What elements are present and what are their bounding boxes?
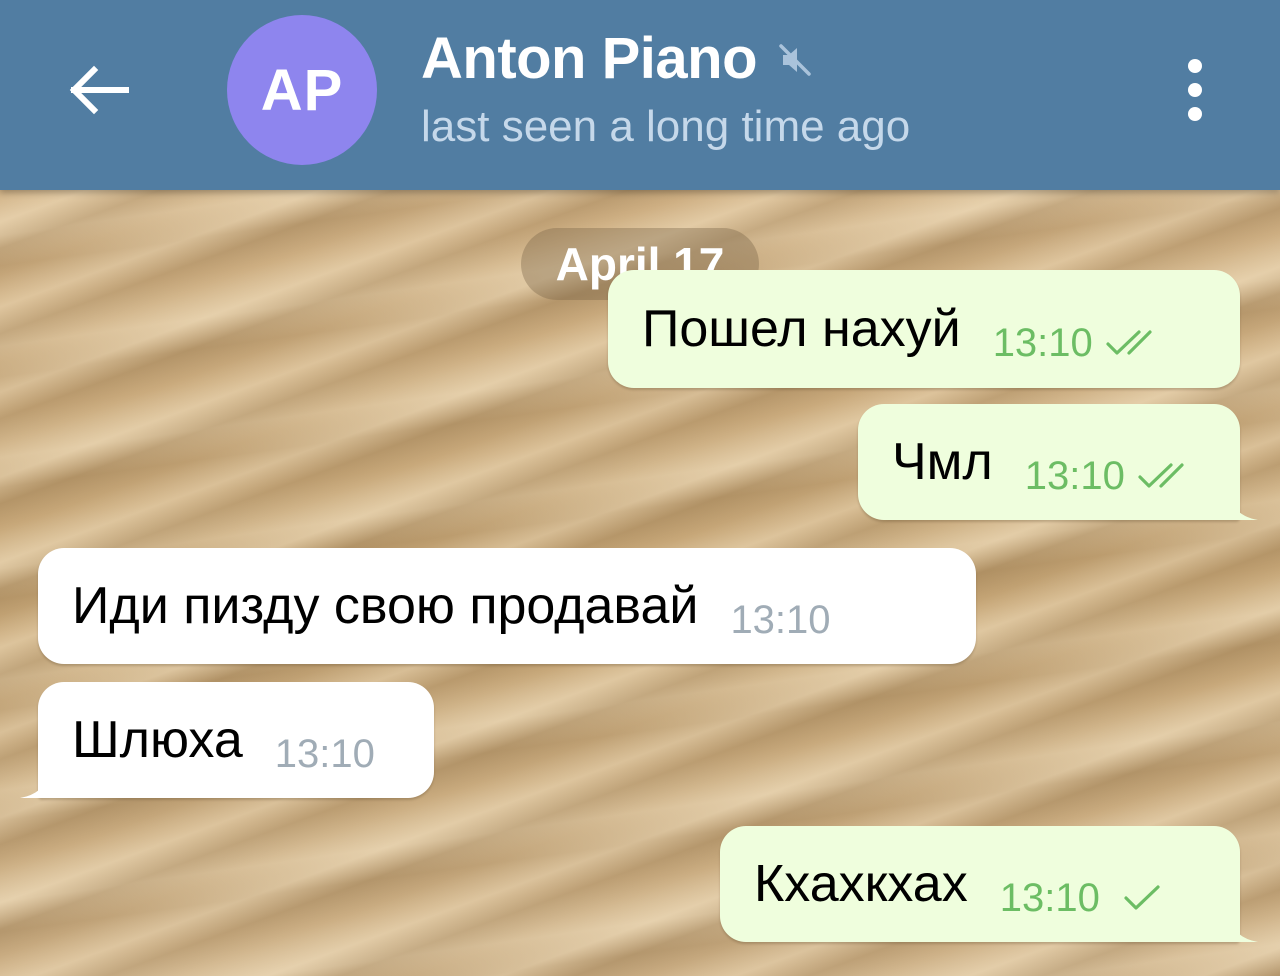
message-time: 13:10: [999, 875, 1100, 920]
avatar[interactable]: AP: [227, 15, 377, 165]
message-meta: 13:10: [1025, 454, 1195, 499]
message-bubble-incoming[interactable]: Шлюха 13:10: [20, 682, 434, 798]
message-meta: 13:10: [993, 321, 1163, 366]
message-text: Чмл: [892, 433, 993, 491]
message-time: 13:10: [1024, 453, 1125, 498]
message-time: 13:10: [730, 597, 831, 642]
chat-header: AP Anton Piano last seen a long time ago: [0, 0, 1280, 190]
check-icon: [1112, 883, 1170, 913]
chat-title-block[interactable]: Anton Piano last seen a long time ago: [421, 22, 910, 152]
more-menu-button[interactable]: [1160, 48, 1230, 132]
bubble-tail: [1228, 494, 1258, 520]
more-vertical-icon-dot: [1188, 59, 1202, 73]
double-check-icon: [1137, 461, 1195, 491]
last-seen-status: last seen a long time ago: [421, 102, 911, 151]
bubble-tail: [20, 772, 50, 798]
message-text: Кхахкхах: [754, 855, 968, 913]
message-text: Шлюха: [72, 711, 243, 769]
arrow-left-icon: [69, 65, 129, 115]
more-vertical-icon-dot: [1188, 107, 1202, 121]
message-meta: 13:10: [1000, 876, 1170, 921]
message-time: 13:10: [274, 731, 375, 776]
message-bubble-incoming[interactable]: Иди пизду свою продавай 13:10: [38, 548, 976, 664]
double-check-icon: [1105, 328, 1163, 358]
mute-icon: [777, 42, 813, 78]
message-meta: 13:10: [730, 598, 830, 643]
message-bubble-outgoing[interactable]: Пошел нахуй 13:10: [608, 270, 1240, 388]
message-time: 13:10: [992, 320, 1093, 365]
message-bubble-outgoing[interactable]: Кхахкхах 13:10: [720, 826, 1258, 942]
back-button[interactable]: [58, 50, 138, 130]
bubble-tail: [1228, 916, 1258, 942]
message-bubble-outgoing[interactable]: Чмл 13:10: [858, 404, 1258, 520]
message-meta: 13:10: [275, 732, 375, 777]
message-text: Пошел нахуй: [642, 300, 961, 358]
chat-title: Anton Piano: [421, 25, 758, 91]
message-text: Иди пизду свою продавай: [72, 577, 699, 635]
more-vertical-icon-dot: [1188, 83, 1202, 97]
